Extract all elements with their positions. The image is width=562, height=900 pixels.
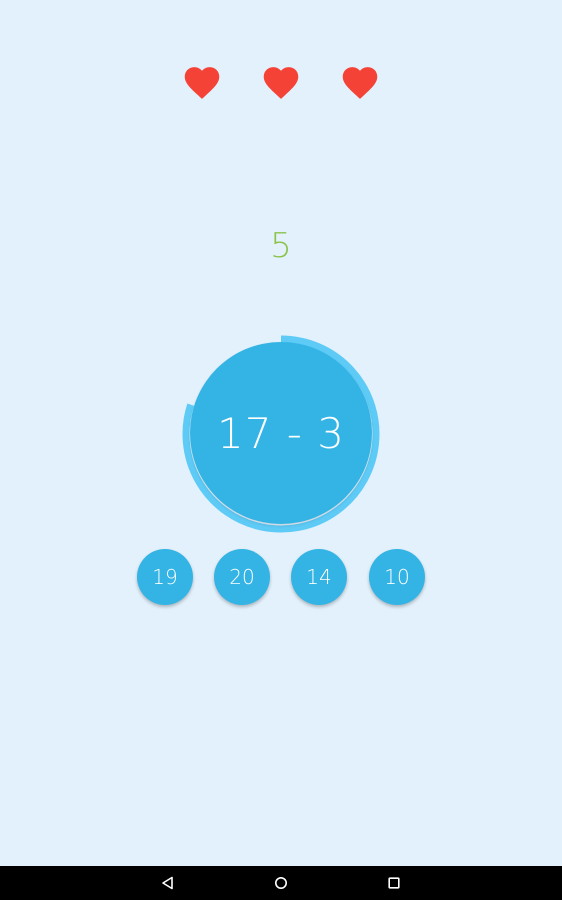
answer-button-2[interactable]: 20: [214, 549, 270, 605]
answer-button-3[interactable]: 14: [291, 549, 347, 605]
score-value: 5: [270, 226, 292, 266]
answer-button-4[interactable]: 10: [369, 549, 425, 605]
home-circle-icon: [275, 877, 287, 889]
navigation-bar: [0, 866, 562, 900]
recents-button[interactable]: [364, 866, 424, 900]
heart-icon: [260, 62, 302, 100]
home-button[interactable]: [251, 866, 311, 900]
lives-row: [0, 62, 562, 102]
question-circle: 17 - 3: [190, 342, 372, 524]
heart-icon: [181, 62, 223, 100]
answer-button-1[interactable]: 19: [137, 549, 193, 605]
back-button[interactable]: [138, 866, 198, 900]
back-triangle-icon: [162, 876, 173, 890]
answer-options: 19 20 14 10: [0, 549, 562, 607]
heart-icon: [339, 62, 381, 100]
question-text: 17 - 3: [216, 408, 346, 458]
recents-square-icon: [388, 877, 400, 889]
